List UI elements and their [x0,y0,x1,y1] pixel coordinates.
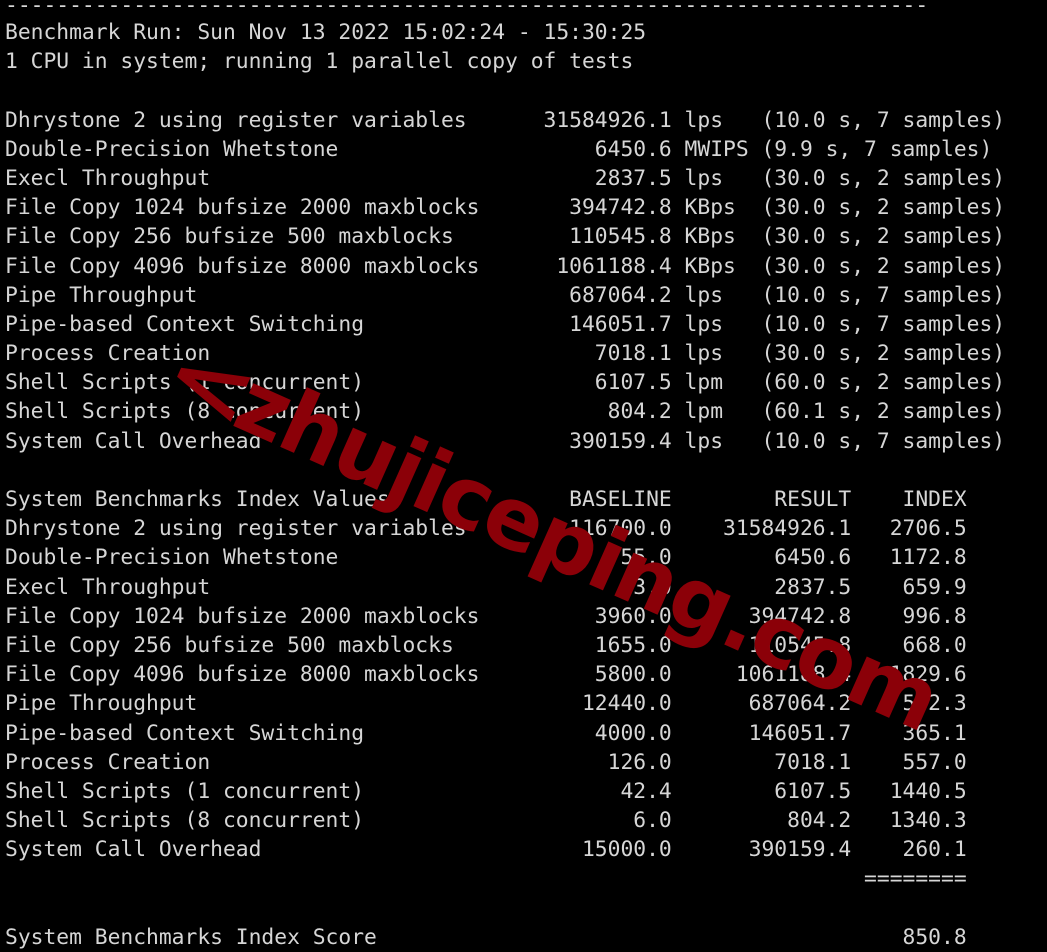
terminal-output: ----------------------------------------… [0,0,1047,950]
index-table-row: File Copy 1024 bufsize 2000 maxblocks 39… [5,603,967,629]
index-table-row: File Copy 4096 bufsize 8000 maxblocks 58… [5,662,967,688]
raw-result-row: Shell Scripts (8 concurrent) 804.2 lpm (… [5,399,1006,425]
score-rule: ======== [5,866,967,892]
index-score-row: System Benchmarks Index Score 850.8 [5,924,967,950]
index-table-row: Shell Scripts (8 concurrent) 6.0 804.2 1… [5,808,967,834]
index-table-row: File Copy 256 bufsize 500 maxblocks 1655… [5,632,967,658]
index-table-row: Pipe Throughput 12440.0 687064.2 552.3 [5,691,967,717]
raw-result-row: Dhrystone 2 using register variables 315… [5,107,1006,133]
index-table-header: System Benchmarks Index Values BASELINE … [5,487,967,512]
index-table-row: Process Creation 126.0 7018.1 557.0 [5,749,967,775]
raw-result-row: Shell Scripts (1 concurrent) 6107.5 lpm … [5,370,1006,396]
index-table-row: System Call Overhead 15000.0 390159.4 26… [5,837,967,863]
index-table-row: Pipe-based Context Switching 4000.0 1460… [5,720,967,746]
index-table-row: Double-Precision Whetstone 55.0 6450.6 1… [5,545,967,571]
raw-result-row: File Copy 1024 bufsize 2000 maxblocks 39… [5,195,1006,221]
raw-result-row: File Copy 4096 bufsize 8000 maxblocks 10… [5,253,1006,279]
cpu-info-line: 1 CPU in system; running 1 parallel copy… [5,49,634,75]
index-table-row: Shell Scripts (1 concurrent) 42.4 6107.5… [5,778,967,804]
raw-result-row: Process Creation 7018.1 lps (30.0 s, 2 s… [5,341,1006,367]
raw-result-row: Double-Precision Whetstone 6450.6 MWIPS … [5,136,993,162]
raw-result-row: System Call Overhead 390159.4 lps (10.0 … [5,428,1006,454]
raw-result-row: File Copy 256 bufsize 500 maxblocks 1105… [5,224,1006,250]
raw-result-row: Pipe-based Context Switching 146051.7 lp… [5,311,1006,337]
separator-rule-top: ----------------------------------------… [5,0,929,18]
index-table-row: Execl Throughput 43.0 2837.5 659.9 [5,574,967,600]
benchmark-run-line: Benchmark Run: Sun Nov 13 2022 15:02:24 … [5,20,647,45]
raw-result-row: Execl Throughput 2837.5 lps (30.0 s, 2 s… [5,165,1006,191]
index-table-row: Dhrystone 2 using register variables 116… [5,516,967,542]
raw-result-row: Pipe Throughput 687064.2 lps (10.0 s, 7 … [5,282,1006,308]
